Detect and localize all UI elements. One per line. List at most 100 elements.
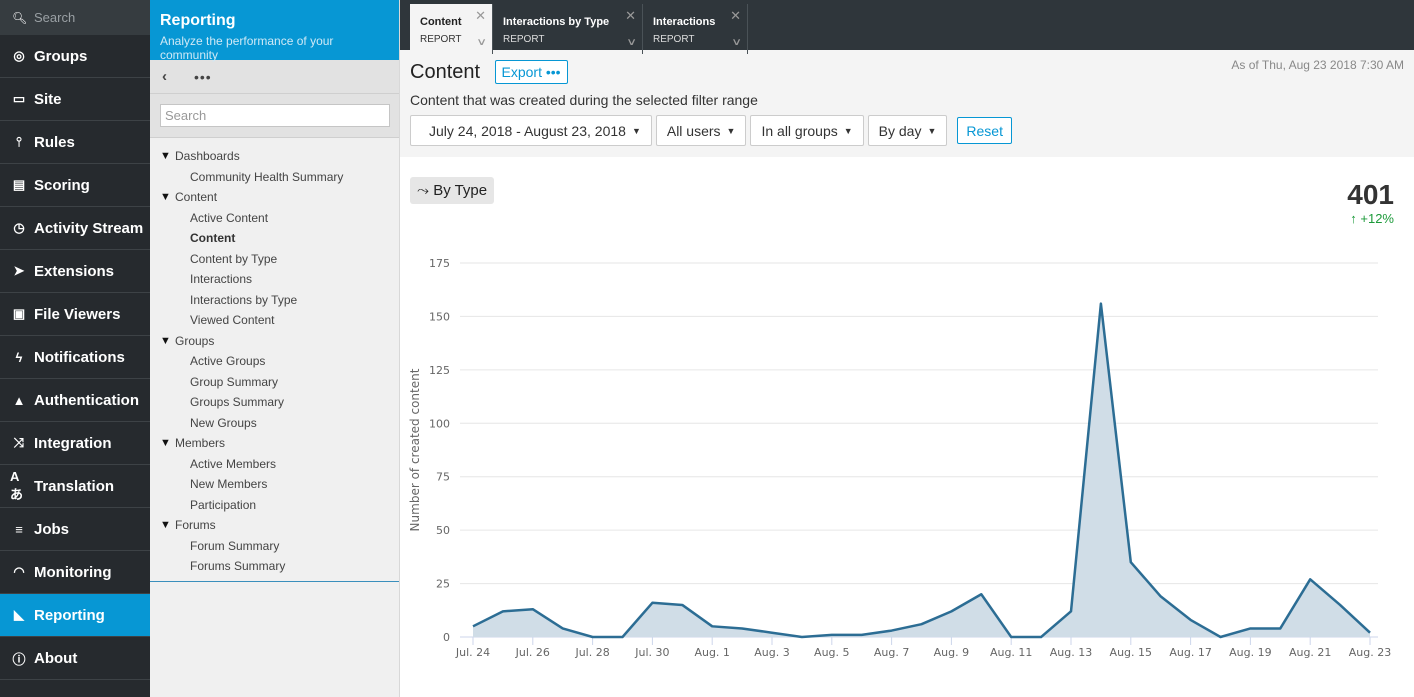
translate-icon: Aあ [10,469,24,502]
nav-item-monitoring[interactable]: ◠ Monitoring [0,551,150,594]
expand-triangle-icon[interactable]: ▼ [160,191,175,203]
x-tick-label: Aug. 15 [1110,646,1152,659]
nav-item-label: File Viewers [34,305,121,323]
expand-triangle-icon[interactable]: ▼ [160,519,175,531]
tree-group-members[interactable]: ▼ Members [160,433,399,454]
change-percent: +12% [1360,211,1394,226]
nav-search-input[interactable] [34,10,134,25]
x-tick-label: Aug. 3 [754,646,789,659]
x-tick-label: Jul. 26 [515,646,550,659]
tree-item[interactable]: Content by Type [160,249,399,270]
interval-label: By day [878,122,922,139]
area-fill [473,303,1370,637]
by-type-label: By Type [433,182,488,199]
tree-item[interactable]: New Members [160,474,399,495]
close-tab-icon[interactable]: ✕ [730,8,741,24]
tree-item[interactable]: Active Content [160,208,399,229]
tree-item[interactable]: Group Summary [160,372,399,393]
as-of-timestamp: As of Thu, Aug 23 2018 7:30 AM [1231,58,1404,72]
nav-item-jobs[interactable]: ≡ Jobs [0,508,150,551]
tree-item[interactable]: Active Groups [160,351,399,372]
panel-search [150,94,399,138]
gauge-icon: ◠ [13,564,25,579]
nav-item-scoring[interactable]: ▤ Scoring [0,164,150,207]
nav-item-label: Monitoring [34,563,112,581]
nav-item-label: Reporting [34,606,105,624]
tab-interactions-by-type[interactable]: Interactions by Type REPORT ✕ ∨ [493,4,643,54]
groups-dropdown[interactable]: In all groups ▼ [750,115,864,146]
tree-item[interactable]: New Groups [160,413,399,434]
groups-icon: ◎ [13,48,25,63]
expand-triangle-icon[interactable]: ▼ [160,150,175,162]
y-tick-label: 50 [436,524,450,537]
date-range-label: July 24, 2018 - August 23, 2018 [429,122,626,139]
more-options-icon[interactable]: ••• [194,69,212,85]
tree-item[interactable]: Interactions by Type [160,290,399,311]
tree-item[interactable]: Participation [160,495,399,516]
x-tick-label: Jul. 30 [634,646,669,659]
close-tab-icon[interactable]: ✕ [625,8,636,24]
users-dropdown[interactable]: All users ▼ [655,115,747,146]
report-search-input[interactable] [160,104,390,127]
expand-triangle-icon[interactable]: ▼ [160,335,175,347]
nav-item-extensions[interactable]: ➤ Extensions [0,250,150,293]
interval-dropdown[interactable]: By day ▼ [867,115,948,146]
area-chart-icon: ◣ [14,607,24,622]
expand-triangle-icon[interactable]: ▼ [160,437,175,449]
chevron-down-icon[interactable]: ∨ [731,37,742,48]
total-count: 401 [1347,179,1394,210]
nav-item-integration[interactable]: ⤨ Integration [0,422,150,465]
report-header: Content Export ••• As of Thu, Aug 23 201… [400,50,1414,157]
nav-item-about[interactable]: ⓘ About [0,637,150,680]
bolt-icon: ϟ [15,349,23,365]
change-indicator: ↑ +12% [1347,211,1394,226]
tree-item[interactable]: Active Members [160,454,399,475]
nav-item-site[interactable]: ▭ Site [0,78,150,121]
tab-type: REPORT [503,34,545,45]
nav-item-rules[interactable]: ⫯ Rules [0,121,150,164]
tree-item[interactable]: Interactions [160,269,399,290]
y-tick-label: 75 [436,471,450,484]
plug-icon: ➤ [13,263,25,278]
tab-interactions[interactable]: Interactions REPORT ✕ ∨ [643,4,748,54]
x-tick-label: Aug. 17 [1169,646,1211,659]
nav-item-reporting[interactable]: ◣ Reporting [0,594,150,637]
close-tab-icon[interactable]: ✕ [475,8,486,24]
reset-button[interactable]: Reset [957,117,1012,144]
nav-item-groups[interactable]: ◎ Groups [0,35,150,78]
calculator-icon: ▤ [12,177,26,192]
tree-item[interactable]: Content [160,228,399,249]
tab-title: Content [420,16,462,28]
x-tick-label: Jul. 28 [574,646,609,659]
nav-item-label: Jobs [34,520,70,538]
nav-item-translation[interactable]: Aあ Translation [0,465,150,508]
by-type-button[interactable]: ⤳ By Type [410,177,495,204]
nav-item-notifications[interactable]: ϟ Notifications [0,336,150,379]
panel-header: Reporting Analyze the performance of you… [150,0,399,62]
nav-item-label: Integration [34,434,112,452]
caret-down-icon: ▼ [927,125,937,136]
nav-item-activity-stream[interactable]: ◷ Activity Stream [0,207,150,250]
x-tick-label: Aug. 11 [990,646,1032,659]
y-tick-label: 175 [429,257,450,270]
tree-group-dashboards[interactable]: ▼ Dashboards [160,146,399,167]
nav-item-authentication[interactable]: ▲ Authentication [0,379,150,422]
users-label: All users [666,122,721,139]
export-button[interactable]: Export ••• [494,60,568,84]
nav-item-label: Activity Stream [34,219,144,237]
chevron-down-icon[interactable]: ∨ [476,37,487,48]
nav-item-file-viewers[interactable]: ▣ File Viewers [0,293,150,336]
date-range-dropdown[interactable]: July 24, 2018 - August 23, 2018 ▼ [410,115,652,146]
tree-item[interactable]: Forum Summary [160,536,399,557]
tree-item[interactable]: Viewed Content [160,310,399,331]
tree-group-forums[interactable]: ▼ Forums [160,515,399,536]
tree-item[interactable]: Community Health Summary [160,167,399,188]
back-chevron-icon[interactable]: ‹ [162,68,184,85]
tree-item[interactable]: Forums Summary [160,556,399,577]
tab-content[interactable]: Content REPORT ✕ ∨ [410,4,493,54]
tree-group-content[interactable]: ▼ Content [160,187,399,208]
tree-group-groups[interactable]: ▼ Groups [160,331,399,352]
database-icon: ≡ [15,521,23,537]
tree-item[interactable]: Groups Summary [160,392,399,413]
chevron-down-icon[interactable]: ∨ [626,37,637,48]
